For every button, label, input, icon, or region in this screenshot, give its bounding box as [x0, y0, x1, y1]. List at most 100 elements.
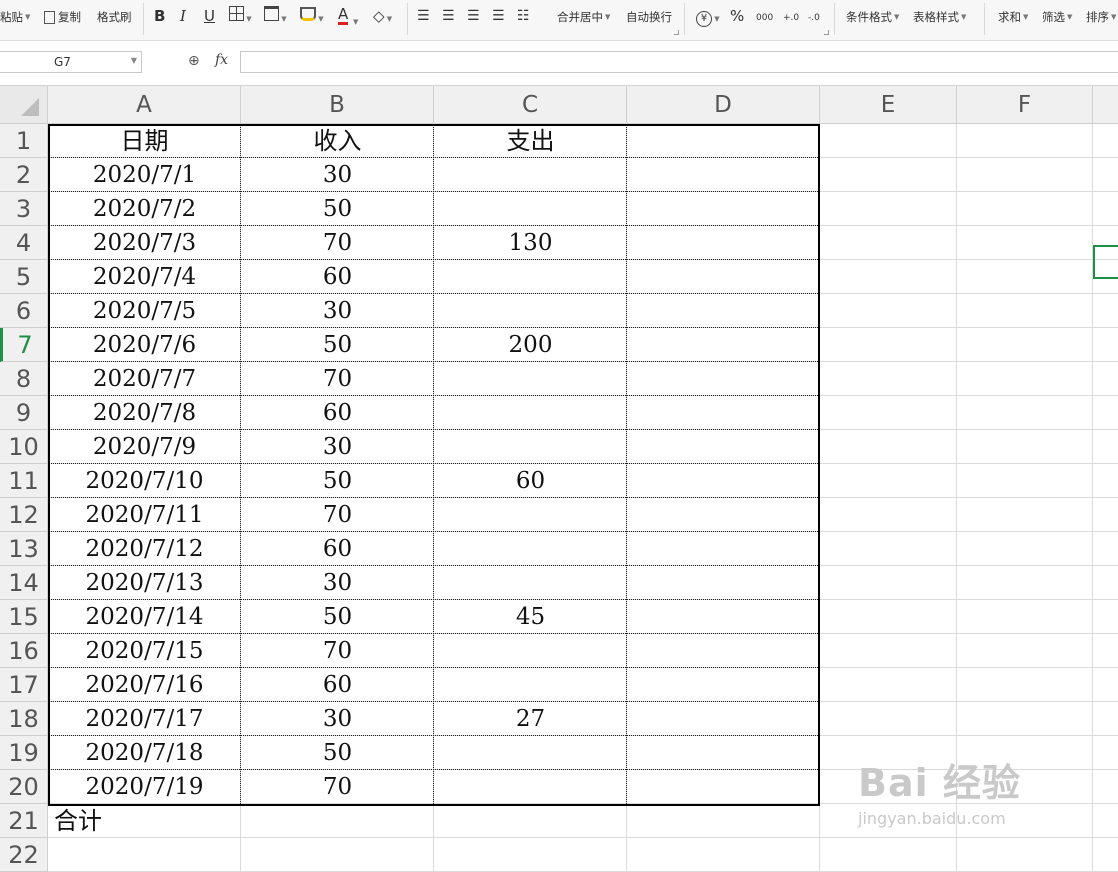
- income-cell[interactable]: 70: [241, 770, 434, 804]
- cell-style-icon[interactable]: ▼: [264, 6, 287, 29]
- row-header-3[interactable]: 3: [0, 192, 48, 226]
- date-cell[interactable]: 2020/7/1: [48, 158, 241, 192]
- date-cell[interactable]: 2020/7/15: [48, 634, 241, 668]
- row-header-16[interactable]: 16: [0, 634, 48, 668]
- date-cell[interactable]: 2020/7/7: [48, 362, 241, 396]
- row-header-1[interactable]: 1: [0, 124, 48, 158]
- paste-button[interactable]: 粘贴 ▼: [0, 8, 30, 26]
- fx-icon[interactable]: fx: [215, 52, 228, 68]
- expense-cell[interactable]: [434, 498, 627, 532]
- expense-cell[interactable]: 45: [434, 600, 627, 634]
- row-header-14[interactable]: 14: [0, 566, 48, 600]
- expense-cell[interactable]: [434, 362, 627, 396]
- sum-button[interactable]: 求和 ▼: [998, 8, 1028, 26]
- row-header-11[interactable]: 11: [0, 464, 48, 498]
- income-cell[interactable]: 50: [241, 736, 434, 770]
- date-cell[interactable]: 2020/7/11: [48, 498, 241, 532]
- income-cell[interactable]: 50: [241, 600, 434, 634]
- income-cell[interactable]: 60: [241, 260, 434, 294]
- income-cell[interactable]: 30: [241, 294, 434, 328]
- dialog-launcher-icon[interactable]: [824, 30, 829, 35]
- expense-cell[interactable]: [434, 532, 627, 566]
- fill-color-icon[interactable]: ▼: [300, 6, 324, 29]
- expense-cell[interactable]: [434, 430, 627, 464]
- row-header-2[interactable]: 2: [0, 158, 48, 192]
- row-header-22[interactable]: 22: [0, 838, 48, 872]
- income-cell[interactable]: 30: [241, 702, 434, 736]
- currency-icon[interactable]: ¥ ▼: [696, 6, 720, 29]
- column-header-e[interactable]: E: [820, 86, 957, 124]
- borders-icon[interactable]: ▼: [229, 6, 252, 29]
- income-cell[interactable]: 70: [241, 634, 434, 668]
- expense-cell[interactable]: [434, 736, 627, 770]
- increase-decimal-button[interactable]: +.0: [783, 8, 799, 28]
- name-box[interactable]: G7 ▼: [0, 51, 142, 73]
- row-header-8[interactable]: 8: [0, 362, 48, 396]
- distributed-icon[interactable]: ☷: [517, 6, 530, 26]
- row-header-21[interactable]: 21: [0, 804, 48, 838]
- date-cell[interactable]: 2020/7/9: [48, 430, 241, 464]
- date-cell[interactable]: 2020/7/13: [48, 566, 241, 600]
- column-header-a[interactable]: A: [48, 86, 241, 124]
- row-header-18[interactable]: 18: [0, 702, 48, 736]
- income-cell[interactable]: 70: [241, 226, 434, 260]
- expense-cell[interactable]: [434, 260, 627, 294]
- column-header-f[interactable]: F: [957, 86, 1093, 124]
- expense-cell[interactable]: [434, 634, 627, 668]
- date-cell[interactable]: 2020/7/6: [48, 328, 241, 362]
- row-header-6[interactable]: 6: [0, 294, 48, 328]
- expense-cell[interactable]: [434, 668, 627, 702]
- bold-button[interactable]: B: [154, 6, 165, 26]
- date-cell[interactable]: 2020/7/17: [48, 702, 241, 736]
- column-header-g[interactable]: [1093, 86, 1118, 124]
- row-header-15[interactable]: 15: [0, 600, 48, 634]
- underline-button[interactable]: U: [204, 6, 215, 26]
- dialog-launcher-icon[interactable]: [674, 30, 679, 35]
- expense-cell[interactable]: 27: [434, 702, 627, 736]
- income-cell[interactable]: 60: [241, 668, 434, 702]
- copy-button[interactable]: 复制: [44, 8, 81, 26]
- income-cell[interactable]: 30: [241, 566, 434, 600]
- merge-center-button[interactable]: 合并居中 ▼: [557, 8, 610, 26]
- expense-cell[interactable]: 200: [434, 328, 627, 362]
- align-left-icon[interactable]: ☰: [417, 6, 430, 26]
- income-cell[interactable]: 60: [241, 396, 434, 430]
- date-cell[interactable]: 2020/7/16: [48, 668, 241, 702]
- row-header-19[interactable]: 19: [0, 736, 48, 770]
- cell-header-b[interactable]: 收入: [241, 124, 434, 158]
- row-header-10[interactable]: 10: [0, 430, 48, 464]
- income-cell[interactable]: 70: [241, 498, 434, 532]
- row-header-17[interactable]: 17: [0, 668, 48, 702]
- expense-cell[interactable]: [434, 158, 627, 192]
- date-cell[interactable]: 2020/7/19: [48, 770, 241, 804]
- column-header-d[interactable]: D: [627, 86, 820, 124]
- expense-cell[interactable]: 130: [434, 226, 627, 260]
- thousands-separator-button[interactable]: 000: [756, 8, 773, 28]
- date-cell[interactable]: 2020/7/14: [48, 600, 241, 634]
- row-header-5[interactable]: 5: [0, 260, 48, 294]
- date-cell[interactable]: 2020/7/18: [48, 736, 241, 770]
- select-all-button[interactable]: [0, 86, 48, 124]
- sort-button[interactable]: 排序 ▼: [1086, 8, 1116, 26]
- expense-cell[interactable]: [434, 770, 627, 804]
- justify-icon[interactable]: ☰: [492, 6, 505, 26]
- align-center-icon[interactable]: ☰: [442, 6, 455, 26]
- percent-button[interactable]: %: [730, 6, 744, 26]
- expense-cell[interactable]: [434, 294, 627, 328]
- filter-button[interactable]: 筛选 ▼: [1042, 8, 1072, 26]
- cell-header-a[interactable]: 日期: [48, 124, 241, 158]
- zoom-icon[interactable]: ⊕: [188, 53, 200, 69]
- date-cell[interactable]: 2020/7/5: [48, 294, 241, 328]
- income-cell[interactable]: 30: [241, 430, 434, 464]
- row-header-13[interactable]: 13: [0, 532, 48, 566]
- chevron-down-icon[interactable]: ▼: [131, 56, 137, 65]
- row-header-20[interactable]: 20: [0, 770, 48, 804]
- expense-cell[interactable]: 60: [434, 464, 627, 498]
- expense-cell[interactable]: [434, 566, 627, 600]
- cell-header-c[interactable]: 支出: [434, 124, 627, 158]
- income-cell[interactable]: 60: [241, 532, 434, 566]
- eraser-icon[interactable]: ◇ ▼: [373, 6, 392, 29]
- date-cell[interactable]: 2020/7/8: [48, 396, 241, 430]
- italic-button[interactable]: I: [180, 6, 186, 26]
- total-label-cell[interactable]: 合计: [48, 804, 241, 838]
